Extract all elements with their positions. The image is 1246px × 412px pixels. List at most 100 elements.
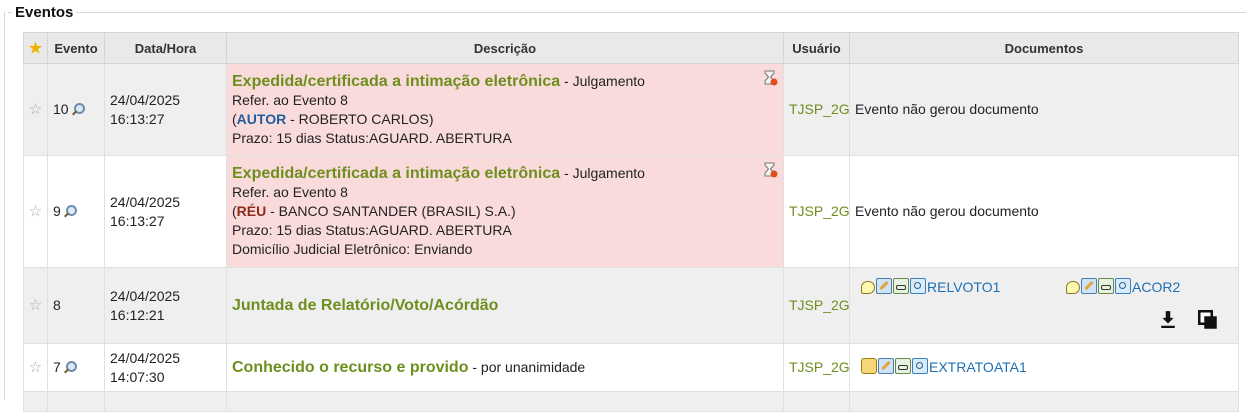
comment-icon[interactable]	[861, 281, 875, 294]
edit-icon[interactable]	[876, 278, 892, 294]
copy-icon[interactable]	[1198, 310, 1218, 330]
col-evento[interactable]: Evento	[47, 32, 105, 64]
event-date: 24/04/2025	[110, 349, 181, 366]
table-row: ☆ 7 24/04/2025 14:07:30 Conhecido o recu…	[23, 343, 1239, 392]
hourglass-icon[interactable]	[762, 70, 778, 86]
description-cell: Conhecido o recurso e provido - por unan…	[226, 343, 784, 392]
document-link[interactable]: ACOR2	[1132, 279, 1180, 295]
event-time: 16:13:27	[110, 110, 165, 127]
user-cell: TJSP_2G	[783, 63, 850, 156]
favorite-toggle[interactable]: ☆	[23, 63, 48, 156]
event-time: 16:12:21	[110, 306, 165, 323]
event-number: 9	[53, 203, 61, 219]
description-cell: Juntada de Relatório/Voto/Acórdão	[226, 267, 784, 344]
user-cell: TJSP_2G	[783, 267, 850, 344]
party-name: - BANCO SANTANDER (BRASIL) S.A.)	[266, 203, 516, 219]
view-icon[interactable]	[1098, 278, 1114, 294]
event-number: 7	[53, 359, 61, 375]
user-name: TJSP_2G	[789, 359, 850, 375]
edit-icon[interactable]	[878, 358, 894, 374]
description-cell: Expedida/certificada a intimação eletrôn…	[226, 155, 784, 268]
events-table: ★ Evento Data/Hora Descrição Usuário Doc…	[23, 32, 1239, 412]
col-descricao[interactable]: Descrição	[226, 32, 784, 64]
event-number-cell: 8	[47, 267, 105, 344]
star-icon[interactable]: ☆	[29, 359, 42, 376]
user-cell: TJSP_2G	[783, 343, 850, 392]
description-cell: Expedida/certificada a intimação eletrôn…	[226, 63, 784, 156]
event-title[interactable]: Expedida/certificada a intimação eletrôn…	[232, 73, 560, 90]
event-number-cell: 9	[47, 155, 105, 268]
search-icon[interactable]	[1115, 278, 1131, 294]
event-date: 24/04/2025	[110, 287, 181, 304]
section-title: Eventos	[12, 4, 77, 21]
event-title[interactable]: Juntada de Relatório/Voto/Acórdão	[232, 297, 498, 314]
event-party: (AUTOR - ROBERTO CARLOS)	[232, 110, 778, 129]
event-title-suffix: - Julgamento	[560, 72, 645, 89]
sign-icon[interactable]	[861, 358, 877, 374]
event-time: 16:13:27	[110, 212, 165, 229]
event-title-suffix: - por unanimidade	[468, 359, 586, 375]
view-icon[interactable]	[893, 278, 909, 294]
document-relvoto: RELVOTO1	[861, 278, 1000, 295]
documents-cell: RELVOTO1 ACOR2	[849, 267, 1239, 344]
event-date: 24/04/2025	[110, 91, 181, 108]
documents-cell: EXTRATOATA1	[849, 343, 1239, 392]
party-name: - ROBERTO CARLOS)	[286, 110, 434, 127]
document-extratoata: EXTRATOATA1	[861, 358, 1027, 375]
favorite-header[interactable]: ★	[23, 32, 48, 64]
table-header: ★ Evento Data/Hora Descrição Usuário Doc…	[23, 32, 1239, 64]
events-legend: Eventos	[4, 0, 1246, 24]
star-icon[interactable]: ☆	[29, 203, 42, 220]
table-row: ☆ 8 24/04/2025 16:12:21 Juntada de Relat…	[23, 267, 1239, 344]
magnifier-icon[interactable]	[71, 103, 85, 116]
event-domicilio: Domicílio Judicial Eletrônico: Enviando	[232, 241, 473, 257]
view-icon[interactable]	[895, 358, 911, 374]
favorite-toggle[interactable]: ☆	[23, 343, 48, 392]
fieldset-border	[4, 12, 5, 400]
favorite-toggle[interactable]	[23, 391, 48, 412]
event-deadline: Prazo: 15 dias Status:AGUARD. ABERTURA	[232, 129, 512, 146]
documents-text: Evento não gerou documento	[855, 101, 1039, 117]
table-row: ☆ 9 24/04/2025 16:13:27 Expedida/certifi…	[23, 155, 1239, 268]
user-name: TJSP_2G	[789, 203, 850, 219]
event-number: 10	[53, 101, 69, 117]
col-usuario[interactable]: Usuário	[783, 32, 850, 64]
comment-icon[interactable]	[1066, 281, 1080, 294]
datetime-cell: 24/04/2025 14:07:30	[104, 343, 227, 392]
event-date: 24/04/2025	[110, 193, 181, 210]
documents-text: Evento não gerou documento	[855, 203, 1039, 219]
search-icon[interactable]	[910, 278, 926, 294]
favorite-toggle[interactable]: ☆	[23, 267, 48, 344]
search-icon[interactable]	[912, 358, 928, 374]
legend-divider	[8, 12, 1246, 13]
document-link[interactable]: EXTRATOATA1	[929, 359, 1027, 375]
col-data[interactable]: Data/Hora	[104, 32, 227, 64]
datetime-cell: 24/04/2025 16:12:21	[104, 267, 227, 344]
star-icon[interactable]: ☆	[29, 101, 42, 118]
download-icon[interactable]	[1159, 310, 1177, 328]
event-title[interactable]: Expedida/certificada a intimação eletrôn…	[232, 165, 560, 182]
event-reference: Refer. ao Evento 8	[232, 91, 348, 108]
col-documentos[interactable]: Documentos	[849, 32, 1239, 64]
magnifier-icon[interactable]	[63, 361, 77, 374]
document-link[interactable]: RELVOTO1	[927, 279, 1000, 295]
event-number-cell: 10	[47, 63, 105, 156]
party-role: RÉU	[236, 203, 267, 219]
event-reference: Refer. ao Evento 8	[232, 184, 348, 200]
event-time: 14:07:30	[110, 368, 165, 385]
event-number-cell: 7	[47, 343, 105, 392]
magnifier-icon[interactable]	[63, 205, 77, 218]
datetime-cell: 24/04/2025 16:13:27	[104, 63, 227, 156]
favorite-toggle[interactable]: ☆	[23, 155, 48, 268]
hourglass-icon[interactable]	[762, 162, 778, 178]
star-icon[interactable]: ☆	[29, 297, 42, 314]
event-title-suffix: - Julgamento	[560, 165, 645, 181]
user-name: TJSP_2G	[789, 101, 850, 117]
event-title[interactable]: Conhecido o recurso e provido	[232, 359, 468, 376]
user-cell: TJSP_2G	[783, 155, 850, 268]
event-deadline: Prazo: 15 dias Status:AGUARD. ABERTURA	[232, 222, 512, 238]
table-row: ☆ 10 24/04/2025 16:13:27 Expedida/certif…	[23, 63, 1239, 156]
event-party: (RÉU - BANCO SANTANDER (BRASIL) S.A.)	[232, 202, 778, 221]
documents-cell: Evento não gerou documento	[849, 155, 1239, 268]
edit-icon[interactable]	[1081, 278, 1097, 294]
